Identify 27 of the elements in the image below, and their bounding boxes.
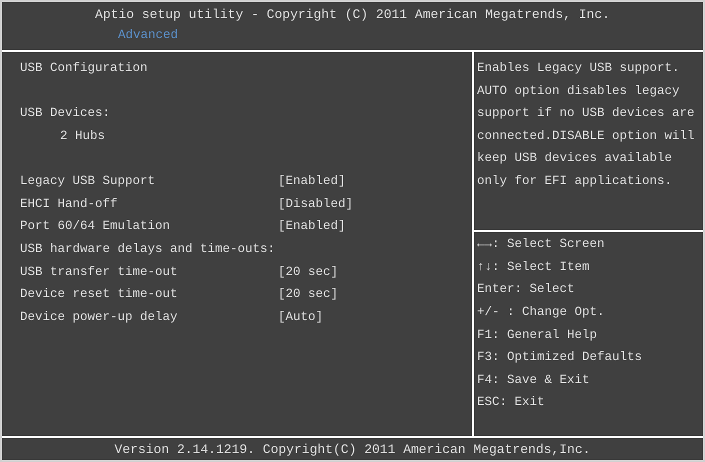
setting-label[interactable]: EHCI Hand-off bbox=[20, 196, 278, 211]
setting-value[interactable]: [20 sec] bbox=[278, 264, 338, 279]
section-label: USB Devices: bbox=[20, 106, 110, 120]
help-text: Enables Legacy USB support. AUTO option disables legacy support if no USB devices are connected.DISABLE option will keep USB devices available only for EFI applications. bbox=[477, 60, 696, 190]
info-text: 2 Hubs bbox=[59, 129, 106, 144]
setting-label[interactable]: Legacy USB Support bbox=[20, 174, 278, 188]
section-label: USB hardware delays and time-outs: bbox=[20, 242, 276, 256]
setting-value[interactable]: [Disabled] bbox=[278, 196, 354, 211]
setting-label[interactable]: Port 60/64 Emulation bbox=[20, 219, 278, 234]
setting-value[interactable]: [Enabled] bbox=[278, 219, 346, 234]
key-hint: F4: Save & Exit bbox=[477, 372, 590, 387]
setting-value[interactable]: [Auto] bbox=[278, 310, 324, 324]
setting-label[interactable]: USB transfer time-out bbox=[20, 264, 278, 279]
key-hint: F1: General Help bbox=[477, 328, 598, 342]
key-hint: ←→: Select Screen bbox=[477, 237, 605, 252]
version-text: Version 2.14.1219. Copyright(C) 2011 American Megatrends,Inc. bbox=[114, 442, 590, 456]
setting-label[interactable]: Device power-up delay bbox=[20, 310, 278, 324]
setting-label[interactable]: Device reset time-out bbox=[20, 287, 278, 302]
setting-value[interactable]: [20 sec] bbox=[278, 287, 338, 302]
key-hint: +/- : Change Opt. bbox=[477, 305, 605, 320]
setting-value[interactable]: [Enabled] bbox=[278, 174, 346, 188]
window-title: Aptio setup utility - Copyright (C) 2011 American Megatrends, Inc. bbox=[95, 7, 610, 22]
key-hint: ESC: Exit bbox=[477, 395, 545, 410]
key-hint: F3: Optimized Defaults bbox=[477, 350, 642, 364]
key-hint: ↑↓: Select Item bbox=[477, 260, 590, 274]
section-label: USB Configuration bbox=[20, 61, 148, 76]
key-hint: Enter: Select bbox=[477, 282, 575, 296]
